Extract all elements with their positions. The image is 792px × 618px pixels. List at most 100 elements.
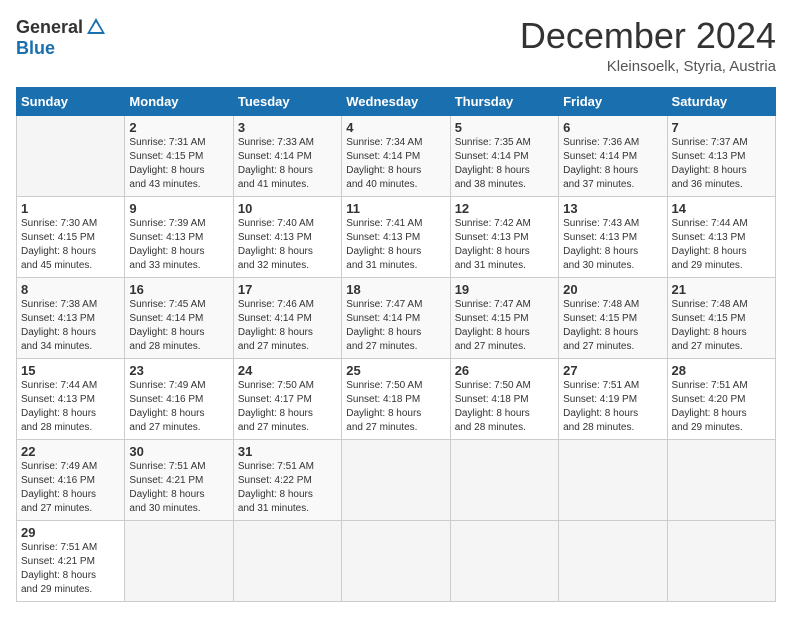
day-number: 13 <box>563 201 662 216</box>
calendar-cell: 16Sunrise: 7:45 AM Sunset: 4:14 PM Dayli… <box>125 277 233 358</box>
day-info: Sunrise: 7:42 AM Sunset: 4:13 PM Dayligh… <box>455 217 554 273</box>
header-monday: Monday <box>125 87 233 115</box>
calendar-cell: 12Sunrise: 7:42 AM Sunset: 4:13 PM Dayli… <box>450 196 558 277</box>
day-info: Sunrise: 7:51 AM Sunset: 4:21 PM Dayligh… <box>21 541 120 597</box>
day-info: Sunrise: 7:50 AM Sunset: 4:18 PM Dayligh… <box>455 379 554 435</box>
calendar-cell: 13Sunrise: 7:43 AM Sunset: 4:13 PM Dayli… <box>559 196 667 277</box>
calendar-cell <box>342 520 450 601</box>
week-row-5: 22Sunrise: 7:49 AM Sunset: 4:16 PM Dayli… <box>17 439 776 520</box>
day-number: 15 <box>21 363 120 378</box>
day-number: 28 <box>672 363 771 378</box>
calendar-cell: 7Sunrise: 7:37 AM Sunset: 4:13 PM Daylig… <box>667 115 775 196</box>
calendar-cell: 6Sunrise: 7:36 AM Sunset: 4:14 PM Daylig… <box>559 115 667 196</box>
calendar-cell <box>17 115 125 196</box>
calendar-cell: 26Sunrise: 7:50 AM Sunset: 4:18 PM Dayli… <box>450 358 558 439</box>
day-number: 9 <box>129 201 228 216</box>
logo-blue: Blue <box>16 38 55 59</box>
calendar-cell: 20Sunrise: 7:48 AM Sunset: 4:15 PM Dayli… <box>559 277 667 358</box>
calendar-header-row: SundayMondayTuesdayWednesdayThursdayFrid… <box>17 87 776 115</box>
day-number: 19 <box>455 282 554 297</box>
week-row-3: 8Sunrise: 7:38 AM Sunset: 4:13 PM Daylig… <box>17 277 776 358</box>
day-info: Sunrise: 7:51 AM Sunset: 4:21 PM Dayligh… <box>129 460 228 516</box>
week-row-4: 15Sunrise: 7:44 AM Sunset: 4:13 PM Dayli… <box>17 358 776 439</box>
day-info: Sunrise: 7:41 AM Sunset: 4:13 PM Dayligh… <box>346 217 445 273</box>
calendar-cell: 11Sunrise: 7:41 AM Sunset: 4:13 PM Dayli… <box>342 196 450 277</box>
day-info: Sunrise: 7:48 AM Sunset: 4:15 PM Dayligh… <box>672 298 771 354</box>
calendar-cell: 31Sunrise: 7:51 AM Sunset: 4:22 PM Dayli… <box>233 439 341 520</box>
day-info: Sunrise: 7:51 AM Sunset: 4:20 PM Dayligh… <box>672 379 771 435</box>
day-number: 8 <box>21 282 120 297</box>
calendar-cell: 17Sunrise: 7:46 AM Sunset: 4:14 PM Dayli… <box>233 277 341 358</box>
day-info: Sunrise: 7:50 AM Sunset: 4:17 PM Dayligh… <box>238 379 337 435</box>
day-number: 26 <box>455 363 554 378</box>
day-number: 11 <box>346 201 445 216</box>
day-number: 22 <box>21 444 120 459</box>
day-number: 25 <box>346 363 445 378</box>
header-wednesday: Wednesday <box>342 87 450 115</box>
calendar-cell <box>667 439 775 520</box>
month-title: December 2024 <box>520 16 776 56</box>
header-thursday: Thursday <box>450 87 558 115</box>
day-number: 31 <box>238 444 337 459</box>
calendar-cell: 2Sunrise: 7:31 AM Sunset: 4:15 PM Daylig… <box>125 115 233 196</box>
calendar-cell: 14Sunrise: 7:44 AM Sunset: 4:13 PM Dayli… <box>667 196 775 277</box>
day-info: Sunrise: 7:36 AM Sunset: 4:14 PM Dayligh… <box>563 136 662 192</box>
logo-icon <box>85 16 107 38</box>
calendar-cell: 27Sunrise: 7:51 AM Sunset: 4:19 PM Dayli… <box>559 358 667 439</box>
day-number: 10 <box>238 201 337 216</box>
header-tuesday: Tuesday <box>233 87 341 115</box>
day-number: 17 <box>238 282 337 297</box>
day-number: 12 <box>455 201 554 216</box>
day-info: Sunrise: 7:38 AM Sunset: 4:13 PM Dayligh… <box>21 298 120 354</box>
week-row-2: 1Sunrise: 7:30 AM Sunset: 4:15 PM Daylig… <box>17 196 776 277</box>
calendar-cell: 21Sunrise: 7:48 AM Sunset: 4:15 PM Dayli… <box>667 277 775 358</box>
page-header: General Blue December 2024 Kleinsoelk, S… <box>16 16 776 75</box>
calendar-cell: 5Sunrise: 7:35 AM Sunset: 4:14 PM Daylig… <box>450 115 558 196</box>
day-info: Sunrise: 7:44 AM Sunset: 4:13 PM Dayligh… <box>672 217 771 273</box>
week-row-1: 2Sunrise: 7:31 AM Sunset: 4:15 PM Daylig… <box>17 115 776 196</box>
calendar-cell: 3Sunrise: 7:33 AM Sunset: 4:14 PM Daylig… <box>233 115 341 196</box>
calendar-cell: 24Sunrise: 7:50 AM Sunset: 4:17 PM Dayli… <box>233 358 341 439</box>
calendar-cell <box>233 520 341 601</box>
day-number: 7 <box>672 120 771 135</box>
calendar-cell: 19Sunrise: 7:47 AM Sunset: 4:15 PM Dayli… <box>450 277 558 358</box>
day-number: 2 <box>129 120 228 135</box>
calendar-cell: 10Sunrise: 7:40 AM Sunset: 4:13 PM Dayli… <box>233 196 341 277</box>
calendar-cell: 23Sunrise: 7:49 AM Sunset: 4:16 PM Dayli… <box>125 358 233 439</box>
day-info: Sunrise: 7:30 AM Sunset: 4:15 PM Dayligh… <box>21 217 120 273</box>
day-info: Sunrise: 7:51 AM Sunset: 4:22 PM Dayligh… <box>238 460 337 516</box>
calendar-cell: 9Sunrise: 7:39 AM Sunset: 4:13 PM Daylig… <box>125 196 233 277</box>
location: Kleinsoelk, Styria, Austria <box>520 58 776 75</box>
calendar-cell <box>450 439 558 520</box>
day-number: 24 <box>238 363 337 378</box>
day-info: Sunrise: 7:43 AM Sunset: 4:13 PM Dayligh… <box>563 217 662 273</box>
day-info: Sunrise: 7:49 AM Sunset: 4:16 PM Dayligh… <box>129 379 228 435</box>
calendar-cell: 25Sunrise: 7:50 AM Sunset: 4:18 PM Dayli… <box>342 358 450 439</box>
day-info: Sunrise: 7:34 AM Sunset: 4:14 PM Dayligh… <box>346 136 445 192</box>
day-info: Sunrise: 7:45 AM Sunset: 4:14 PM Dayligh… <box>129 298 228 354</box>
day-number: 23 <box>129 363 228 378</box>
calendar-cell: 1Sunrise: 7:30 AM Sunset: 4:15 PM Daylig… <box>17 196 125 277</box>
week-row-6: 29Sunrise: 7:51 AM Sunset: 4:21 PM Dayli… <box>17 520 776 601</box>
day-info: Sunrise: 7:46 AM Sunset: 4:14 PM Dayligh… <box>238 298 337 354</box>
calendar-cell <box>125 520 233 601</box>
day-number: 30 <box>129 444 228 459</box>
day-info: Sunrise: 7:44 AM Sunset: 4:13 PM Dayligh… <box>21 379 120 435</box>
day-info: Sunrise: 7:37 AM Sunset: 4:13 PM Dayligh… <box>672 136 771 192</box>
calendar-cell: 29Sunrise: 7:51 AM Sunset: 4:21 PM Dayli… <box>17 520 125 601</box>
day-info: Sunrise: 7:40 AM Sunset: 4:13 PM Dayligh… <box>238 217 337 273</box>
day-number: 6 <box>563 120 662 135</box>
day-number: 16 <box>129 282 228 297</box>
calendar-cell: 28Sunrise: 7:51 AM Sunset: 4:20 PM Dayli… <box>667 358 775 439</box>
logo-general: General <box>16 17 83 38</box>
day-info: Sunrise: 7:49 AM Sunset: 4:16 PM Dayligh… <box>21 460 120 516</box>
calendar-cell <box>667 520 775 601</box>
title-block: December 2024 Kleinsoelk, Styria, Austri… <box>520 16 776 75</box>
day-info: Sunrise: 7:51 AM Sunset: 4:19 PM Dayligh… <box>563 379 662 435</box>
header-saturday: Saturday <box>667 87 775 115</box>
day-info: Sunrise: 7:33 AM Sunset: 4:14 PM Dayligh… <box>238 136 337 192</box>
day-number: 21 <box>672 282 771 297</box>
day-info: Sunrise: 7:48 AM Sunset: 4:15 PM Dayligh… <box>563 298 662 354</box>
calendar-cell: 30Sunrise: 7:51 AM Sunset: 4:21 PM Dayli… <box>125 439 233 520</box>
calendar-cell: 15Sunrise: 7:44 AM Sunset: 4:13 PM Dayli… <box>17 358 125 439</box>
